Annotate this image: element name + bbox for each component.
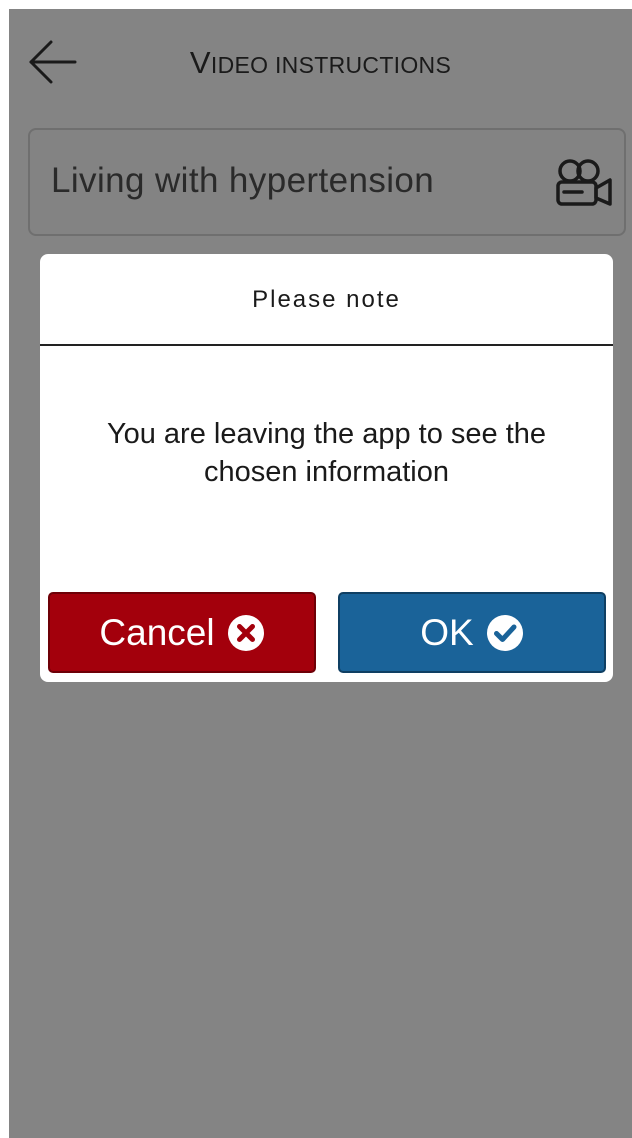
video-item-hypertension[interactable]: Living with hypertension	[28, 128, 626, 236]
leave-app-dialog: Please note You are leaving the app to s…	[40, 254, 613, 682]
app-header: VIDEO INSTRUCTIONS	[9, 9, 632, 109]
dialog-message: You are leaving the app to see the chose…	[106, 418, 547, 488]
close-circle-icon	[227, 614, 264, 651]
ok-button[interactable]: OK	[338, 592, 606, 673]
ok-button-label: OK	[420, 611, 474, 653]
check-circle-icon	[486, 614, 523, 651]
screen: VIDEO INSTRUCTIONS Living with hypertens…	[9, 9, 632, 1138]
page-title-rest: IDEO INSTRUCTIONS	[210, 52, 452, 78]
cancel-button-label: Cancel	[99, 611, 215, 653]
video-item-label: Living with hypertension	[51, 161, 435, 200]
dialog-header: Please note	[40, 254, 613, 346]
page-title: VIDEO INSTRUCTIONS	[9, 45, 632, 81]
cancel-button[interactable]: Cancel	[48, 592, 316, 673]
page-title-initial: V	[189, 45, 211, 80]
dialog-title: Please note	[252, 286, 401, 313]
video-camera-icon	[556, 159, 612, 206]
